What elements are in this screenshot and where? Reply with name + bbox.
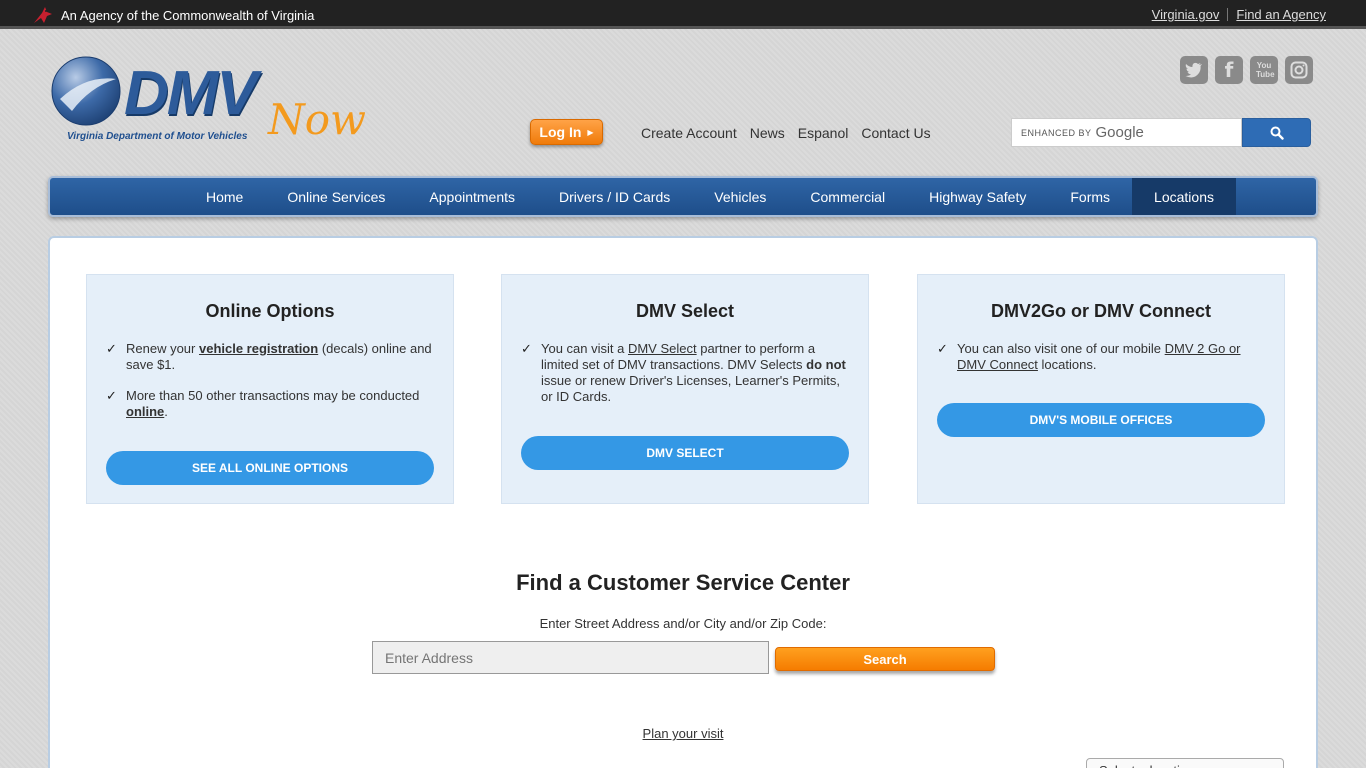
header-links: Create Account News Espanol Contact Us — [641, 125, 931, 141]
address-input[interactable] — [372, 641, 769, 674]
youtube-glyph: You Tube — [1256, 61, 1275, 79]
instagram-icon[interactable] — [1285, 56, 1313, 84]
main-nav: Home Online Services Appointments Driver… — [48, 176, 1318, 217]
youtube-icon[interactable]: You Tube — [1250, 56, 1278, 84]
list-item: More than 50 other transactions may be c… — [106, 388, 434, 420]
dmv-select-card: DMV Select You can visit a DMV Select pa… — [501, 274, 869, 504]
find-search-button[interactable]: Search — [775, 647, 995, 671]
news-link[interactable]: News — [750, 125, 785, 141]
dmv2go-card: DMV2Go or DMV Connect You can also visit… — [917, 274, 1285, 504]
search-input[interactable]: ENHANCED BY Google — [1011, 118, 1242, 147]
find-agency-link[interactable]: Find an Agency — [1236, 7, 1326, 22]
online-options-card: Online Options Renew your vehicle regist… — [86, 274, 454, 504]
dmv-select-link[interactable]: DMV Select — [628, 341, 697, 356]
see-all-online-options-button[interactable]: SEE ALL ONLINE OPTIONS — [106, 451, 434, 485]
nav-vehicles[interactable]: Vehicles — [692, 178, 788, 215]
nav-highway-safety[interactable]: Highway Safety — [907, 178, 1048, 215]
contact-us-link[interactable]: Contact Us — [861, 125, 930, 141]
main-content: Online Options Renew your vehicle regist… — [48, 236, 1318, 768]
login-button[interactable]: Log In ▶ — [530, 119, 603, 145]
card-title: DMV Select — [635, 301, 735, 321]
location-select[interactable]: Select a location — [1086, 758, 1284, 768]
vehicle-registration-link[interactable]: vehicle registration — [199, 341, 318, 356]
search-button[interactable] — [1242, 118, 1311, 147]
card-title: DMV2Go or DMV Connect — [990, 301, 1211, 321]
dmv-select-button[interactable]: DMV SELECT — [521, 436, 849, 470]
agency-text: An Agency of the Commonwealth of Virgini… — [61, 7, 315, 23]
card-title: Online Options — [205, 301, 335, 321]
online-link[interactable]: online — [126, 404, 164, 419]
cardinal-icon — [34, 7, 52, 23]
nav-locations[interactable]: Locations — [1132, 178, 1236, 215]
enhanced-by-label: ENHANCED BY — [1021, 127, 1092, 138]
divider — [1227, 8, 1229, 21]
virginia-gov-link[interactable]: Virginia.gov — [1152, 7, 1220, 22]
site-search: ENHANCED BY Google — [1011, 118, 1311, 147]
address-label: Enter Street Address and/or City and/or … — [539, 616, 827, 631]
list-item: Renew your vehicle registration (decals)… — [106, 341, 434, 373]
nav-forms[interactable]: Forms — [1048, 178, 1132, 215]
triangle-right-icon: ▶ — [587, 127, 594, 137]
nav-home[interactable]: Home — [184, 178, 265, 215]
list-item: You can visit a DMV Select partner to pe… — [521, 341, 849, 405]
social-links: f You Tube — [1180, 56, 1313, 84]
dmv-text: DMV — [124, 59, 258, 128]
google-label: Google — [1095, 124, 1144, 141]
top-bar: An Agency of the Commonwealth of Virgini… — [0, 0, 1366, 29]
nav-commercial[interactable]: Commercial — [788, 178, 907, 215]
agency-banner: An Agency of the Commonwealth of Virgini… — [32, 5, 314, 25]
espanol-link[interactable]: Espanol — [798, 125, 849, 141]
search-icon — [1270, 126, 1284, 140]
list-item: You can also visit one of our mobile DMV… — [937, 341, 1265, 373]
nav-online-services[interactable]: Online Services — [265, 178, 407, 215]
plan-your-visit-link[interactable]: Plan your visit — [50, 726, 1316, 741]
now-text: Now — [268, 95, 366, 144]
twitter-icon[interactable] — [1180, 56, 1208, 84]
mobile-offices-button[interactable]: DMV'S MOBILE OFFICES — [937, 403, 1265, 437]
dmv-now-logo[interactable]: DMV Now Virginia Department of Motor Veh… — [50, 55, 366, 155]
create-account-link[interactable]: Create Account — [641, 125, 737, 141]
facebook-icon[interactable]: f — [1215, 56, 1243, 84]
nav-drivers-id-cards[interactable]: Drivers / ID Cards — [537, 178, 692, 215]
logo-tagline: Virginia Department of Motor Vehicles — [67, 131, 248, 142]
facebook-glyph: f — [1224, 58, 1234, 82]
nav-appointments[interactable]: Appointments — [407, 178, 537, 215]
find-center-title: Find a Customer Service Center — [516, 570, 850, 595]
login-label: Log In — [539, 124, 582, 140]
